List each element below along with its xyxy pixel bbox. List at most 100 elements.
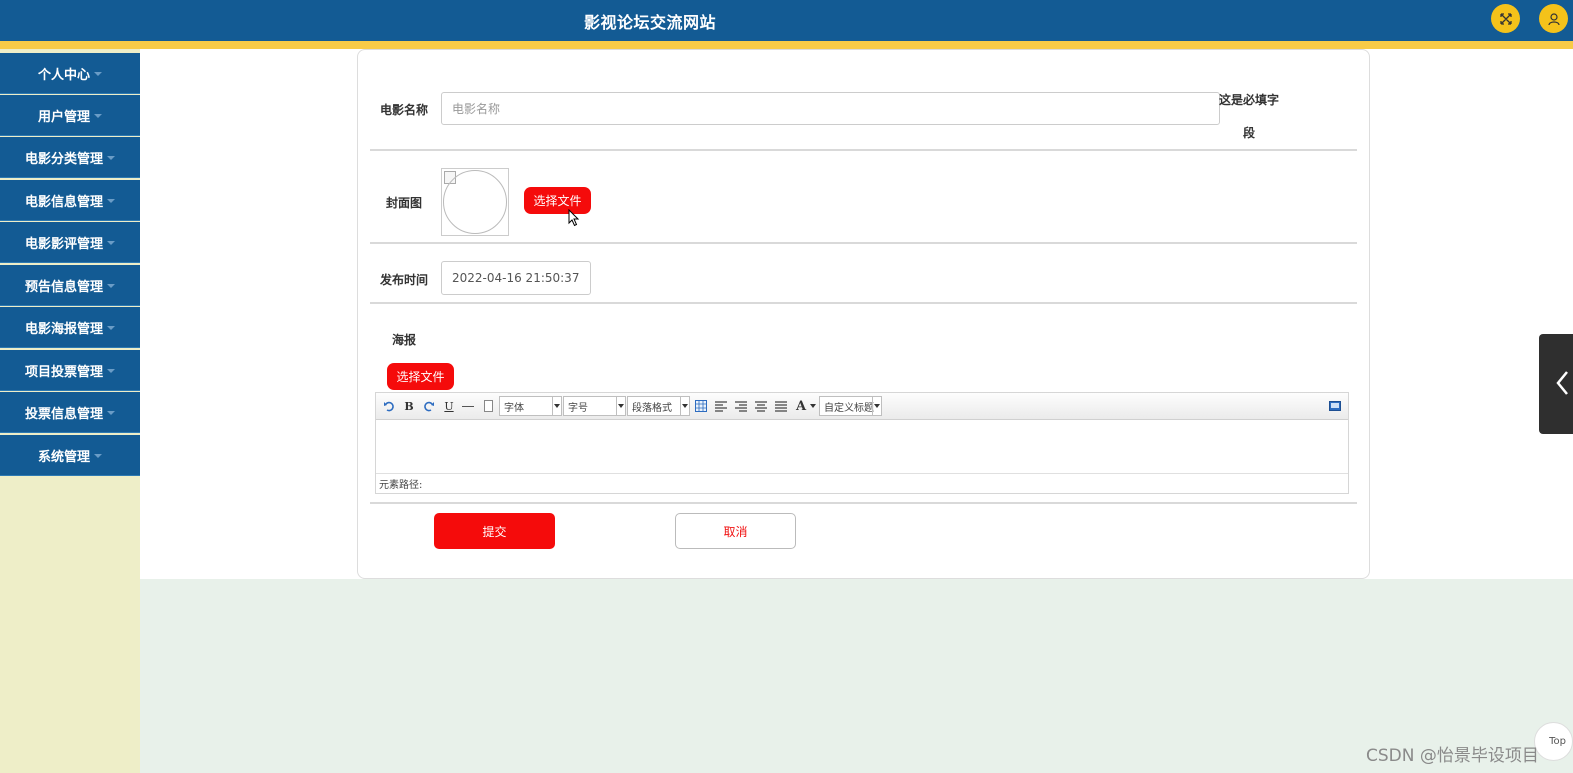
font-color-button[interactable]: A <box>794 398 808 414</box>
required-field-note: 这是必填字 段 <box>1218 84 1280 150</box>
underline-button[interactable]: U <box>442 398 456 414</box>
chevron-down-icon <box>618 404 624 408</box>
movie-name-placeholder: 电影名称 <box>452 102 501 116</box>
top-header: 影视论坛交流网站 <box>0 0 1573 41</box>
chevron-down-icon <box>107 326 115 330</box>
paragraph-format-select[interactable]: 段落格式 <box>627 396 690 416</box>
chevron-down-icon <box>94 72 102 76</box>
sidebar-item-label: 投票信息管理 <box>24 406 103 422</box>
chevron-down-icon <box>682 404 688 408</box>
undo-glyph <box>384 401 394 412</box>
back-to-top-button[interactable]: Top <box>1534 722 1573 761</box>
sidebar-item-voting-projects[interactable]: 项目投票管理 <box>0 350 140 391</box>
sidebar-item-label: 电影分类管理 <box>24 151 103 167</box>
sidebar-item-movies[interactable]: 电影信息管理 <box>0 180 140 221</box>
sidebar-item-label: 电影信息管理 <box>24 194 103 210</box>
align-left-icon[interactable] <box>714 398 728 414</box>
align-justify-icon[interactable] <box>774 398 788 414</box>
sidebar-item-label: 个人中心 <box>37 67 90 83</box>
font-family-select[interactable]: 字体 <box>499 396 562 416</box>
chevron-down-icon <box>94 454 102 458</box>
sidebar-item-label: 电影海报管理 <box>24 321 103 337</box>
sidebar-item-label: 电影影评管理 <box>24 236 103 252</box>
sidebar-item-profile[interactable]: 个人中心 <box>0 53 140 94</box>
sidebar-item-trailers[interactable]: 预告信息管理 <box>0 265 140 306</box>
form-divider <box>370 149 1357 151</box>
monitor-glyph <box>1329 401 1341 411</box>
sidebar: 个人中心 用户管理 电影分类管理 电影信息管理 电影影评管理 预告信息管理 电影… <box>0 49 140 773</box>
paragraph-format-value: 段落格式 <box>632 402 672 414</box>
publish-time-input[interactable]: 2022-04-16 21:50:37 <box>441 261 591 295</box>
fullscreen-icon[interactable] <box>1491 4 1520 33</box>
sidebar-item-categories[interactable]: 电影分类管理 <box>0 137 140 178</box>
watermark: CSDN @怡景毕设项目 <box>1366 746 1539 766</box>
table-glyph <box>695 400 707 412</box>
chevron-down-icon <box>94 114 102 118</box>
sidebar-item-system[interactable]: 系统管理 <box>0 435 140 476</box>
chevron-down-icon <box>107 369 115 373</box>
header-accent-strip <box>0 41 1573 49</box>
font-color-dropdown-icon[interactable] <box>809 398 817 414</box>
font-family-value: 字体 <box>504 402 524 414</box>
poster-upload-button[interactable]: 选择文件 <box>387 363 454 390</box>
submit-button[interactable]: 提交 <box>434 513 555 549</box>
side-panel-toggle[interactable] <box>1539 334 1573 434</box>
align-justify-glyph <box>775 400 787 412</box>
horizontal-rule-icon[interactable] <box>461 398 475 414</box>
editor-toolbar: B U 字体 字号 段落格式 A 自定义标题 <box>376 393 1348 420</box>
cover-image-circle <box>443 170 507 234</box>
form-divider <box>370 242 1357 244</box>
select-separator <box>552 397 553 415</box>
chevron-down-icon <box>107 411 115 415</box>
font-size-value: 字号 <box>568 402 588 414</box>
element-path-label: 元素路径: <box>379 480 423 491</box>
redo-glyph <box>424 401 434 412</box>
bold-button[interactable]: B <box>402 398 416 414</box>
movie-name-input[interactable]: 电影名称 <box>441 92 1220 125</box>
cover-image-preview <box>441 168 509 236</box>
chevron-down-icon <box>107 284 115 288</box>
cover-label: 封面图 <box>386 196 423 210</box>
sidebar-item-label: 预告信息管理 <box>24 279 103 295</box>
align-center-glyph <box>755 400 767 412</box>
blank-page-icon[interactable] <box>481 398 495 414</box>
publish-time-label: 发布时间 <box>380 273 429 287</box>
sidebar-item-label: 系统管理 <box>37 449 90 465</box>
chevron-down-icon <box>874 404 880 408</box>
redo-icon[interactable] <box>422 398 436 414</box>
publish-time-value: 2022-04-16 21:50:37 <box>452 271 580 285</box>
chevron-down-icon <box>107 199 115 203</box>
custom-title-select[interactable]: 自定义标题 <box>819 396 882 416</box>
table-icon[interactable] <box>694 398 708 414</box>
cover-upload-button[interactable]: 选择文件 <box>524 187 591 214</box>
editor-content-area[interactable] <box>376 421 1348 473</box>
sidebar-item-users[interactable]: 用户管理 <box>0 95 140 136</box>
chevron-down-icon <box>107 241 115 245</box>
undo-icon[interactable] <box>382 398 396 414</box>
select-separator <box>616 397 617 415</box>
align-right-icon[interactable] <box>734 398 748 414</box>
mouse-cursor-icon <box>568 209 580 227</box>
sidebar-item-label: 项目投票管理 <box>24 364 103 380</box>
chevron-down-icon <box>107 156 115 160</box>
custom-title-value: 自定义标题 <box>824 402 874 414</box>
form-divider <box>370 502 1357 504</box>
select-separator <box>872 397 873 415</box>
poster-label: 海报 <box>392 333 417 347</box>
element-path-bar: 元素路径: <box>376 473 1348 493</box>
select-separator <box>680 397 681 415</box>
movie-name-label: 电影名称 <box>380 103 429 117</box>
cancel-button[interactable]: 取消 <box>675 513 796 549</box>
sidebar-item-reviews[interactable]: 电影影评管理 <box>0 222 140 263</box>
form-divider <box>370 302 1357 304</box>
fullscreen-editor-icon[interactable] <box>1328 398 1342 414</box>
sidebar-item-posters[interactable]: 电影海报管理 <box>0 307 140 348</box>
sidebar-item-label: 用户管理 <box>37 109 90 125</box>
align-center-icon[interactable] <box>754 398 768 414</box>
align-left-glyph <box>715 400 727 412</box>
rich-text-editor: B U 字体 字号 段落格式 A 自定义标题 元素路径: <box>375 392 1349 494</box>
user-icon[interactable] <box>1539 4 1568 33</box>
sidebar-item-voting-info[interactable]: 投票信息管理 <box>0 392 140 433</box>
required-note-text: 这是必填字 段 <box>1218 93 1279 140</box>
font-size-select[interactable]: 字号 <box>563 396 626 416</box>
